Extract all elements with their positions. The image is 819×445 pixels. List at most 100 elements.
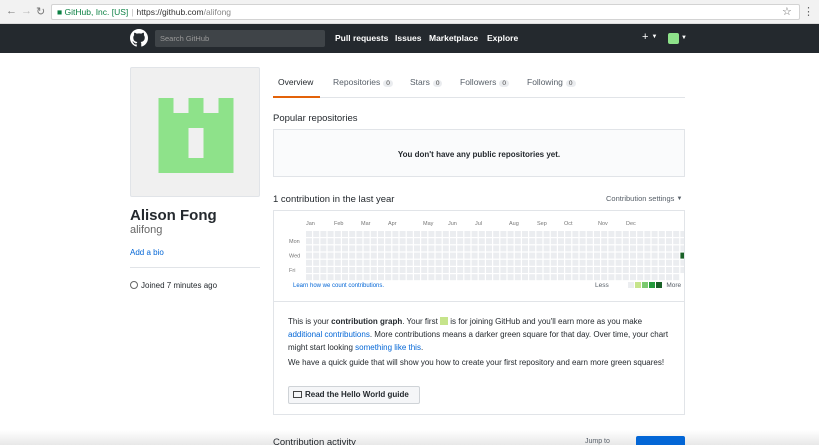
contribution-day[interactable]: [363, 238, 370, 245]
contribution-day[interactable]: [442, 259, 449, 266]
search-input[interactable]: Search GitHub: [155, 30, 325, 47]
contribution-day[interactable]: [630, 238, 636, 245]
contribution-day[interactable]: [507, 238, 514, 245]
contribution-day[interactable]: [666, 231, 672, 237]
contribution-day[interactable]: [464, 245, 471, 252]
contribution-day[interactable]: [342, 238, 348, 245]
contribution-day[interactable]: [334, 238, 341, 245]
contribution-day[interactable]: [450, 259, 456, 266]
contribution-day[interactable]: [522, 238, 528, 245]
contribution-day[interactable]: [658, 231, 665, 237]
contribution-day[interactable]: [572, 245, 579, 252]
contribution-day[interactable]: [363, 267, 370, 273]
contribution-day[interactable]: [370, 245, 377, 252]
contribution-day[interactable]: [507, 274, 514, 281]
contribution-day[interactable]: [428, 267, 435, 273]
contribution-day[interactable]: [522, 231, 528, 237]
contribution-day[interactable]: [457, 259, 464, 266]
contribution-day[interactable]: [334, 245, 341, 252]
contribution-day[interactable]: [558, 245, 564, 252]
contribution-day[interactable]: [644, 267, 651, 273]
contribution-day[interactable]: [651, 259, 658, 266]
contribution-day[interactable]: [349, 252, 356, 259]
contribution-day[interactable]: [392, 274, 399, 281]
contribution-day[interactable]: [601, 238, 608, 245]
tab-overview[interactable]: Overview: [278, 77, 313, 87]
contribution-day[interactable]: [378, 259, 384, 266]
contribution-day[interactable]: [594, 267, 600, 273]
contribution-day[interactable]: [327, 267, 334, 273]
contribution-day[interactable]: [486, 231, 492, 237]
contribution-day[interactable]: [529, 252, 536, 259]
contribution-day[interactable]: [507, 252, 514, 259]
contribution-day[interactable]: [385, 245, 392, 252]
contribution-day[interactable]: [313, 274, 320, 281]
contribution-day[interactable]: [536, 267, 543, 273]
contribution-day[interactable]: [363, 231, 370, 237]
contribution-day[interactable]: [442, 274, 449, 281]
contribution-day[interactable]: [414, 274, 420, 281]
contribution-day[interactable]: [565, 267, 572, 273]
contribution-day[interactable]: [550, 259, 557, 266]
contribution-day[interactable]: [442, 252, 449, 259]
contribution-day[interactable]: [637, 231, 644, 237]
contribution-day[interactable]: [306, 267, 312, 273]
contribution-day[interactable]: [529, 231, 536, 237]
contribution-day[interactable]: [543, 238, 550, 245]
contribution-day[interactable]: [421, 267, 428, 273]
contribution-day[interactable]: [586, 267, 593, 273]
contribution-day[interactable]: [392, 231, 399, 237]
contribution-day[interactable]: [370, 252, 377, 259]
contribution-day[interactable]: [320, 267, 327, 273]
contribution-day[interactable]: [457, 252, 464, 259]
contribution-day[interactable]: [529, 267, 536, 273]
contribution-day[interactable]: [579, 238, 586, 245]
contribution-day[interactable]: [622, 267, 629, 273]
contribution-day[interactable]: [306, 252, 312, 259]
contribution-day[interactable]: [514, 245, 521, 252]
contribution-day[interactable]: [572, 259, 579, 266]
contribution-day[interactable]: [457, 231, 464, 237]
contribution-day[interactable]: [471, 267, 478, 273]
contribution-day[interactable]: [666, 274, 672, 281]
contribution-day[interactable]: [529, 245, 536, 252]
contribution-day[interactable]: [406, 267, 413, 273]
contribution-day[interactable]: [673, 245, 680, 252]
contribution-day[interactable]: [651, 245, 658, 252]
tab-stars[interactable]: Stars 0: [410, 77, 443, 87]
contribution-day[interactable]: [435, 231, 442, 237]
contribution-day[interactable]: [428, 274, 435, 281]
contribution-day[interactable]: [622, 245, 629, 252]
bookmark-star-icon[interactable]: ☆: [782, 5, 792, 18]
contribution-day[interactable]: [464, 274, 471, 281]
contribution-day[interactable]: [478, 238, 485, 245]
contribution-day[interactable]: [622, 238, 629, 245]
contribution-day[interactable]: [637, 245, 644, 252]
contribution-day[interactable]: [558, 274, 564, 281]
contribution-day[interactable]: [320, 274, 327, 281]
contribution-day[interactable]: [378, 238, 384, 245]
contribution-day[interactable]: [334, 231, 341, 237]
contribution-day[interactable]: [651, 274, 658, 281]
contribution-day[interactable]: [378, 267, 384, 273]
contribution-day[interactable]: [579, 252, 586, 259]
contribution-day[interactable]: [370, 267, 377, 273]
contribution-day[interactable]: [565, 259, 572, 266]
contribution-day[interactable]: [486, 259, 492, 266]
contribution-day[interactable]: [428, 231, 435, 237]
contribution-day[interactable]: [543, 274, 550, 281]
contribution-day[interactable]: [550, 274, 557, 281]
contribution-day[interactable]: [450, 267, 456, 273]
contribution-day[interactable]: [478, 259, 485, 266]
contribution-day[interactable]: [536, 259, 543, 266]
contribution-day[interactable]: [349, 259, 356, 266]
contribution-day[interactable]: [486, 267, 492, 273]
contribution-day[interactable]: [550, 252, 557, 259]
contribution-day[interactable]: [414, 259, 420, 266]
contribution-day[interactable]: [601, 267, 608, 273]
contribution-day[interactable]: [306, 259, 312, 266]
contribution-day[interactable]: [594, 252, 600, 259]
contribution-day[interactable]: [399, 274, 406, 281]
contribution-day[interactable]: [680, 245, 684, 252]
contribution-day[interactable]: [399, 267, 406, 273]
